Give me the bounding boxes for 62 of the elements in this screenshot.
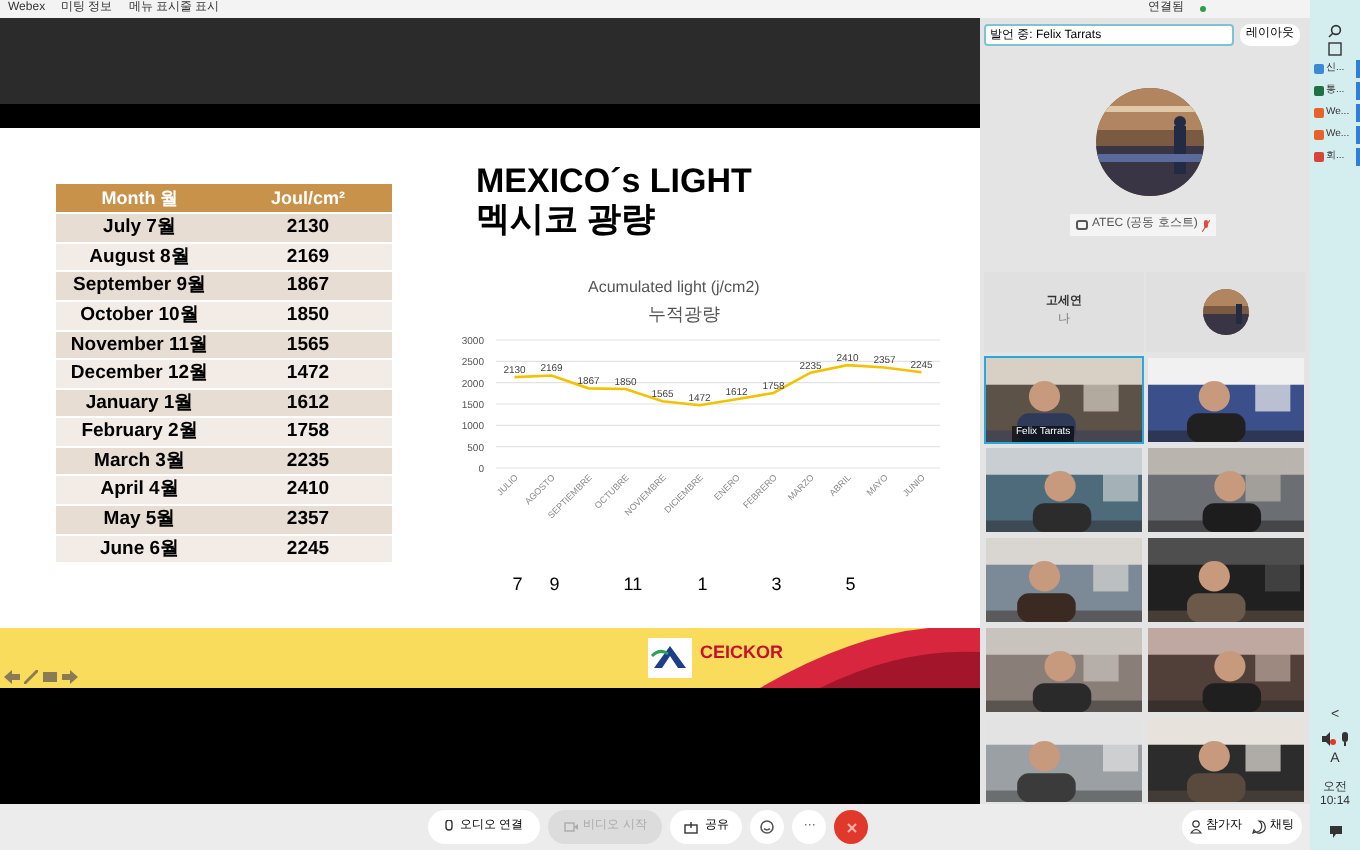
app-icon: [1314, 152, 1324, 162]
slides-icon[interactable]: [42, 670, 58, 685]
table-cell: December 12월: [56, 358, 224, 388]
smiley-icon: [760, 820, 775, 835]
search-icon[interactable]: [1328, 24, 1342, 38]
speaker-muted-icon[interactable]: [1321, 731, 1335, 745]
table-cell: 1472: [224, 358, 392, 388]
table-cell: February 2월: [56, 416, 224, 446]
app-icon: [1314, 64, 1324, 74]
close-icon: [845, 821, 858, 834]
table-cell: November 11월: [56, 329, 224, 359]
month-number: 3: [771, 572, 782, 599]
chart-title: Acumulated light (j/cm2): [588, 276, 760, 301]
screen-share-icon: [1076, 220, 1088, 231]
slide-title: MEXICO´s LIGHT: [476, 162, 752, 201]
table-cell: 2130: [224, 212, 392, 242]
table-cell: 2169: [224, 241, 392, 271]
month-number: 9: [549, 572, 560, 599]
table-cell: 1867: [224, 270, 392, 300]
app-icon: [1314, 86, 1324, 96]
leave-button[interactable]: [834, 810, 869, 845]
month-number: 7: [512, 572, 523, 599]
table-cell: 2245: [224, 533, 392, 563]
table-cell: May 5월: [56, 504, 224, 534]
slide-subtitle: 멕시코 광량: [476, 200, 656, 239]
table-cell: June 6월: [56, 533, 224, 563]
table-cell: 2357: [224, 504, 392, 534]
table-cell: 1758: [224, 416, 392, 446]
table-cell: April 4월: [56, 474, 224, 505]
column-header: Month 월: [56, 184, 224, 213]
microphone-icon: [444, 820, 454, 835]
muted-microphone-icon: [1201, 219, 1210, 232]
table-cell: 2235: [224, 445, 392, 475]
table-cell: 1612: [224, 387, 392, 417]
person-icon: [1190, 820, 1202, 835]
app-icon: [1314, 130, 1324, 140]
table-cell: March 3월: [56, 445, 224, 475]
month-number: 11: [623, 572, 643, 599]
logo-icon: [648, 638, 692, 679]
app-icon: [1314, 108, 1324, 118]
notification-icon[interactable]: [1329, 826, 1341, 838]
camera-icon: [563, 822, 578, 833]
table-cell: October 10월: [56, 299, 224, 330]
table-cell: July 7월: [56, 212, 224, 242]
table-cell: August 8월: [56, 241, 224, 271]
back-arrow-icon[interactable]: [4, 670, 20, 685]
logo-text: CEICKOR: [700, 640, 784, 667]
microphone-icon[interactable]: [1339, 731, 1349, 745]
table-cell: 1565: [224, 329, 392, 359]
column-header: Joul/cm²: [224, 184, 392, 213]
table-cell: 1850: [224, 299, 392, 330]
task-view-icon[interactable]: [1328, 42, 1342, 56]
month-number: 1: [697, 572, 708, 599]
reactions-button[interactable]: [750, 810, 785, 845]
table-cell: September 9월: [56, 270, 224, 300]
chart-subtitle: 누적광량: [648, 302, 720, 329]
share-icon: [684, 821, 699, 834]
forward-arrow-icon[interactable]: [62, 670, 78, 685]
pen-icon[interactable]: [24, 670, 38, 685]
table-cell: January 1월: [56, 387, 224, 417]
table-cell: 2410: [224, 474, 392, 505]
month-number: 5: [845, 572, 856, 599]
